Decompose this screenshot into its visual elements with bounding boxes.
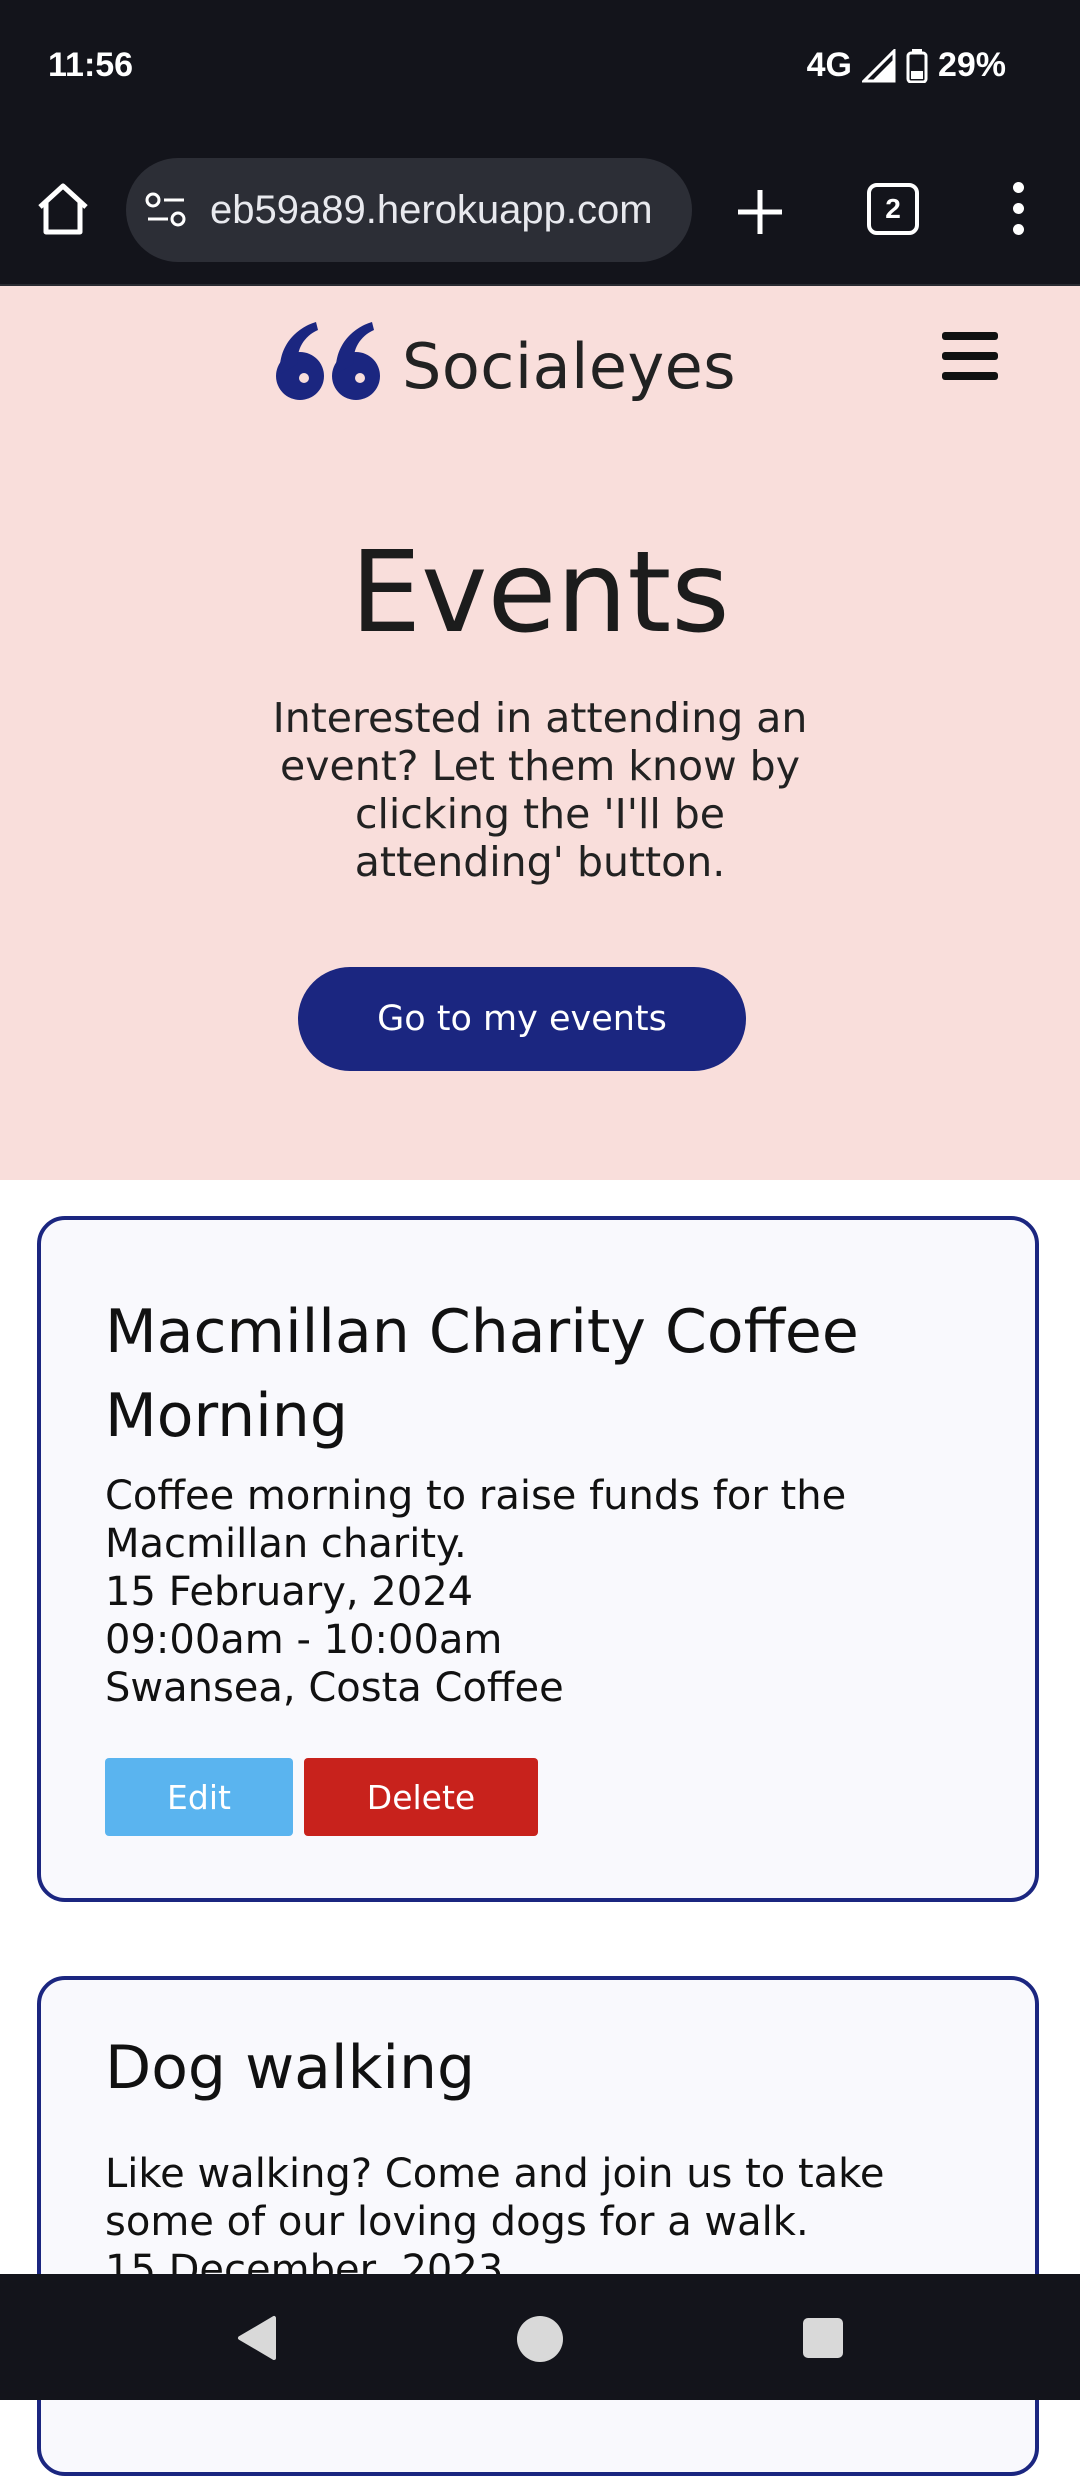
events-hero: Events Interested in attending an event?…	[0, 428, 1080, 1180]
system-nav-bar	[0, 2274, 1080, 2400]
url-text[interactable]: eb59a89.herokuapp.com	[210, 188, 653, 233]
event-time: 09:00am - 10:00am	[105, 1617, 503, 1663]
site-logo[interactable]: Socialeyes	[272, 316, 736, 406]
event-description: Like walking? Come and join us to take s…	[105, 2151, 885, 2245]
signal-icon	[861, 48, 896, 82]
browser-toolbar: eb59a89.herokuapp.com 2	[0, 140, 1080, 286]
delete-button[interactable]: Delete	[304, 1758, 538, 1836]
status-indicators: 4G 29%	[807, 46, 1006, 85]
event-date: 15 February, 2024	[105, 1569, 474, 1615]
hamburger-menu-icon[interactable]	[942, 332, 998, 380]
edit-button[interactable]: Edit	[105, 1758, 293, 1836]
event-description: Coffee morning to raise funds for the Ma…	[105, 1473, 847, 1567]
site-settings-icon[interactable]	[144, 190, 188, 230]
battery-icon	[906, 48, 928, 83]
home-nav-icon[interactable]	[517, 2316, 563, 2362]
address-bar[interactable]: eb59a89.herokuapp.com	[126, 158, 692, 262]
home-icon[interactable]	[34, 180, 92, 238]
site-header: Socialeyes	[0, 286, 1080, 428]
back-icon[interactable]	[234, 2314, 278, 2362]
event-details: Coffee morning to raise funds for the Ma…	[105, 1472, 985, 1712]
more-menu-icon[interactable]	[1008, 182, 1028, 238]
event-card: Dog walking Like walking? Come and join …	[37, 1976, 1039, 2476]
quote-marks-icon	[276, 322, 380, 400]
network-type: 4G	[806, 46, 852, 84]
go-to-my-events-button[interactable]: Go to my events	[298, 967, 746, 1071]
event-title[interactable]: Macmillan Charity Coffee Morning	[105, 1290, 985, 1458]
new-tab-icon[interactable]	[730, 182, 790, 242]
event-title[interactable]: Dog walking	[105, 2026, 985, 2110]
recents-icon[interactable]	[803, 2318, 843, 2358]
event-location: Swansea, Costa Coffee	[105, 1665, 564, 1711]
event-actions: Edit Delete	[105, 1758, 538, 1836]
hero-intro: Interested in attending an event? Let th…	[272, 694, 808, 886]
status-time: 11:56	[48, 46, 134, 84]
event-details: Like walking? Come and join us to take s…	[105, 2150, 985, 2294]
event-card: Macmillan Charity Coffee Morning Coffee …	[37, 1216, 1039, 1902]
logo-text: Socialeyes	[402, 329, 737, 403]
page-title: Events	[350, 528, 730, 658]
tab-switcher-button[interactable]: 2	[867, 183, 919, 235]
status-bar: 11:56 4G 29%	[0, 0, 1080, 140]
battery-percent: 29%	[937, 46, 1006, 84]
